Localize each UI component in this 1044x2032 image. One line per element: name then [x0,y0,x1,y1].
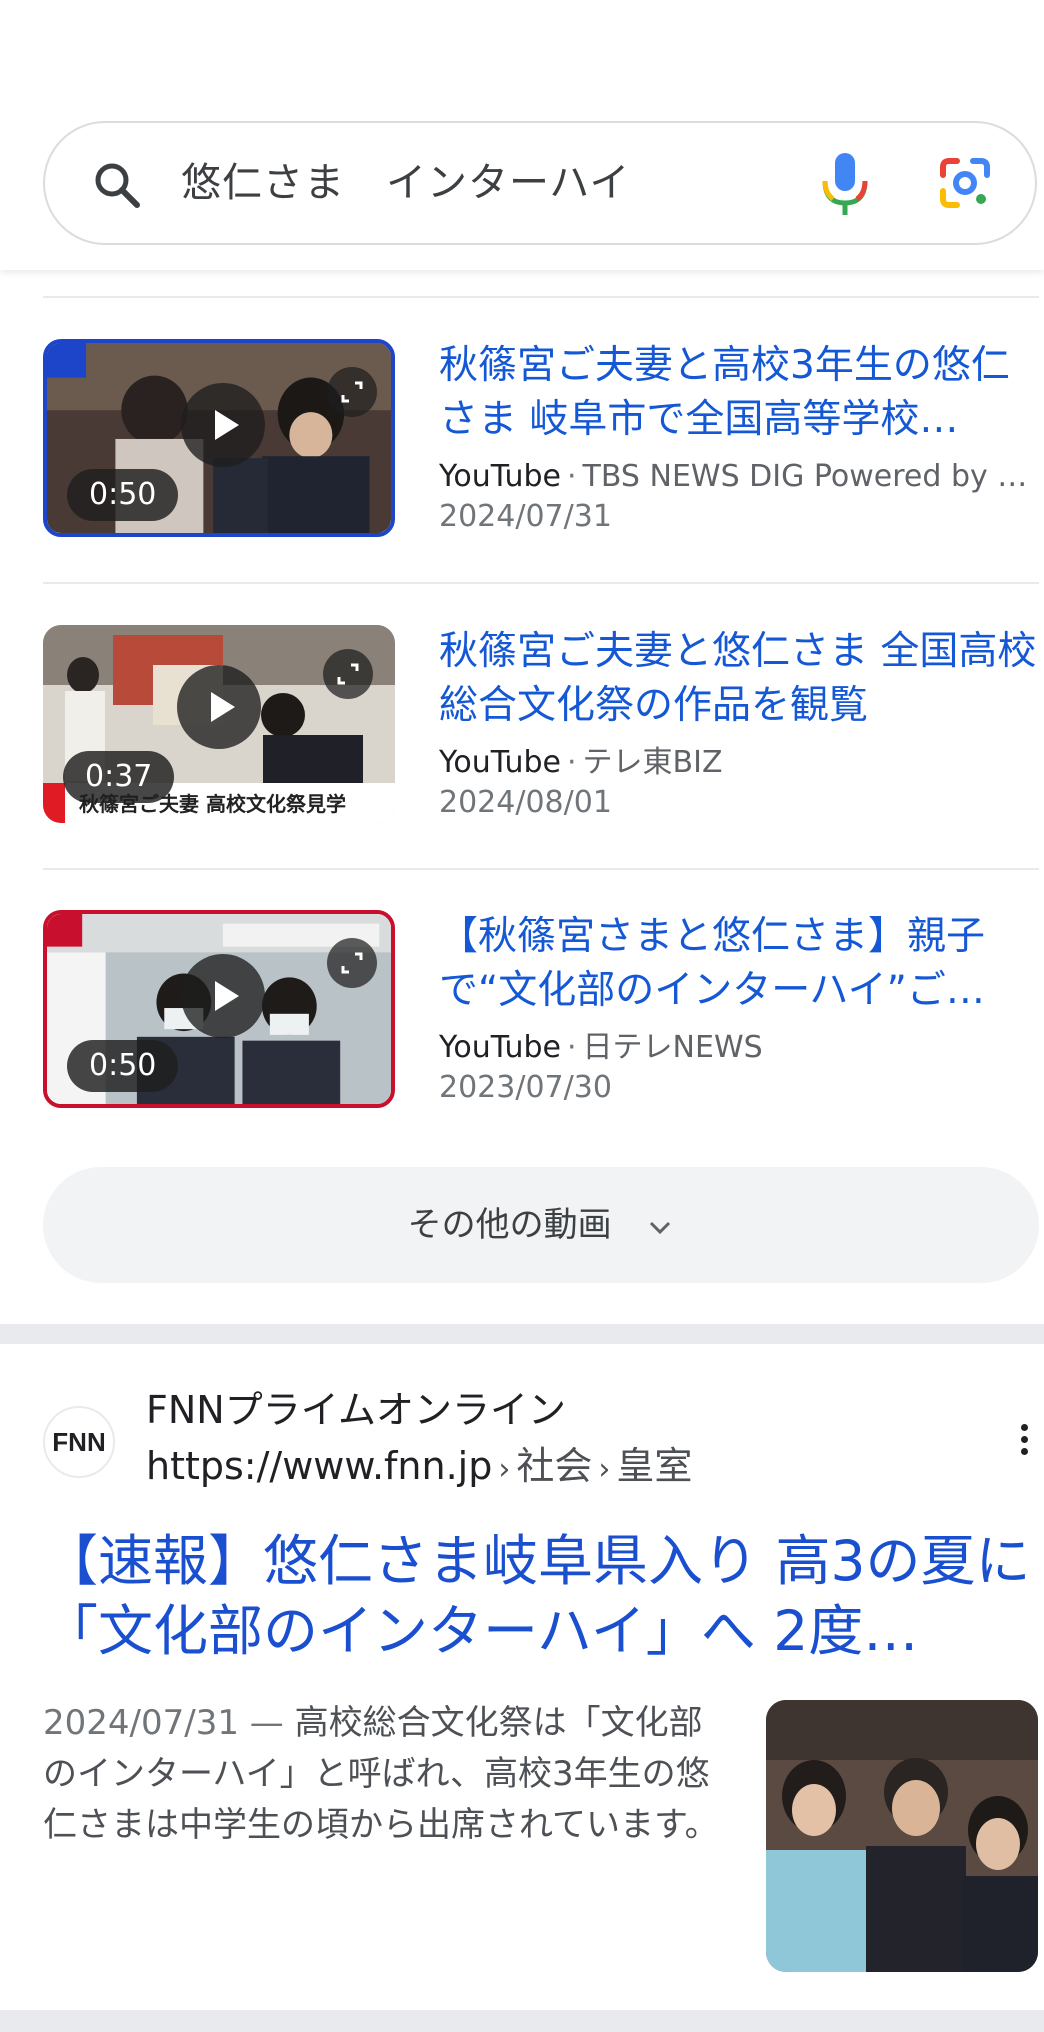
breadcrumb-separator: › [498,1452,511,1487]
more-options-icon[interactable] [1014,1424,1034,1464]
video-result[interactable]: 0:50 秋篠宮ご夫妻と高校3年生の悠仁さま 岐阜市で全国高等学校… YouTu… [43,339,1039,539]
video-result[interactable]: 0:50 【秋篠宮さまと悠仁さま】親子で“文化部のインターハイ”ご… YouTu… [43,910,1039,1110]
source-separator: · [567,745,577,780]
source-separator: · [567,459,577,494]
video-title[interactable]: 秋篠宮ご夫妻と悠仁さま 全国高校総合文化祭の作品を観覧 [439,625,1039,733]
breadcrumb-item: 社会 [516,1444,593,1488]
search-icon[interactable] [91,159,143,211]
play-button[interactable] [181,383,265,467]
video-site: YouTube [439,1030,561,1065]
video-title[interactable]: 【秋篠宮さまと悠仁さま】親子で“文化部のインターハイ”ご… [439,910,1039,1018]
video-channel: TBS NEWS DIG Powered by … [582,459,1028,494]
video-thumbnail[interactable]: 秋篠宮ご夫妻 高校文化祭見学 0:37 [43,625,395,823]
snippet-date: 2024/07/31 — [43,1703,284,1743]
video-source: YouTube · テレ東BIZ [439,743,1039,783]
section-separator [0,1324,1044,1344]
expand-icon[interactable] [327,367,377,417]
video-date: 2023/07/30 [439,1070,612,1105]
video-date: 2024/07/31 [439,499,612,534]
search-header: 悠仁さま インターハイ [0,0,1044,270]
site-favicon[interactable]: FNN [43,1406,115,1478]
play-button[interactable] [177,665,261,749]
play-button[interactable] [181,954,265,1038]
video-source: YouTube · 日テレNEWS [439,1028,1039,1068]
video-site: YouTube [439,745,561,780]
divider [43,296,1039,298]
section-separator [0,2010,1044,2032]
url-base: https://www.fnn.jp [146,1444,493,1488]
site-url[interactable]: https://www.fnn.jp › 社会 › 皇室 [146,1440,692,1496]
result-snippet: 2024/07/31 — 高校総合文化祭は「文化部のインターハイ」と呼ばれ、高校… [43,1698,733,1851]
breadcrumb-item: 皇室 [616,1444,693,1488]
video-thumbnail[interactable]: 0:50 [43,910,395,1108]
search-bar[interactable]: 悠仁さま インターハイ [43,121,1037,245]
expand-icon[interactable] [327,938,377,988]
more-videos-label: その他の動画 [407,1205,612,1245]
expand-icon[interactable] [323,649,373,699]
more-videos-button[interactable]: その他の動画 [43,1167,1039,1283]
lens-icon[interactable] [937,155,993,211]
thumbnail-image [766,1700,1038,1972]
result-title-link[interactable]: 【速報】悠仁さま岐阜県入り 高3の夏に「文化部のインターハイ」へ 2度… [43,1526,1039,1666]
search-input[interactable]: 悠仁さま インターハイ [181,155,630,211]
breadcrumb-separator: › [598,1452,611,1487]
chevron-down-icon [650,1221,671,1234]
result-thumbnail[interactable] [766,1700,1038,1972]
video-channel: テレ東BIZ [582,745,723,780]
video-title[interactable]: 秋篠宮ご夫妻と高校3年生の悠仁さま 岐阜市で全国高等学校… [439,339,1039,447]
video-date: 2024/08/01 [439,785,612,820]
video-channel: 日テレNEWS [582,1030,763,1065]
video-site: YouTube [439,459,561,494]
video-result[interactable]: 秋篠宮ご夫妻 高校文化祭見学 0:37 秋篠宮ご夫妻と悠仁さま 全国高校総合文化… [43,625,1039,825]
source-separator: · [567,1030,577,1065]
video-duration: 0:50 [67,469,179,521]
video-source: YouTube · TBS NEWS DIG Powered by … [439,457,1039,497]
video-duration: 0:50 [67,1040,179,1092]
mic-icon[interactable] [815,149,875,219]
divider [43,582,1039,584]
site-name[interactable]: FNNプライムオンライン [146,1384,566,1436]
video-duration: 0:37 [63,751,175,803]
video-thumbnail[interactable]: 0:50 [43,339,395,537]
divider [43,868,1039,870]
